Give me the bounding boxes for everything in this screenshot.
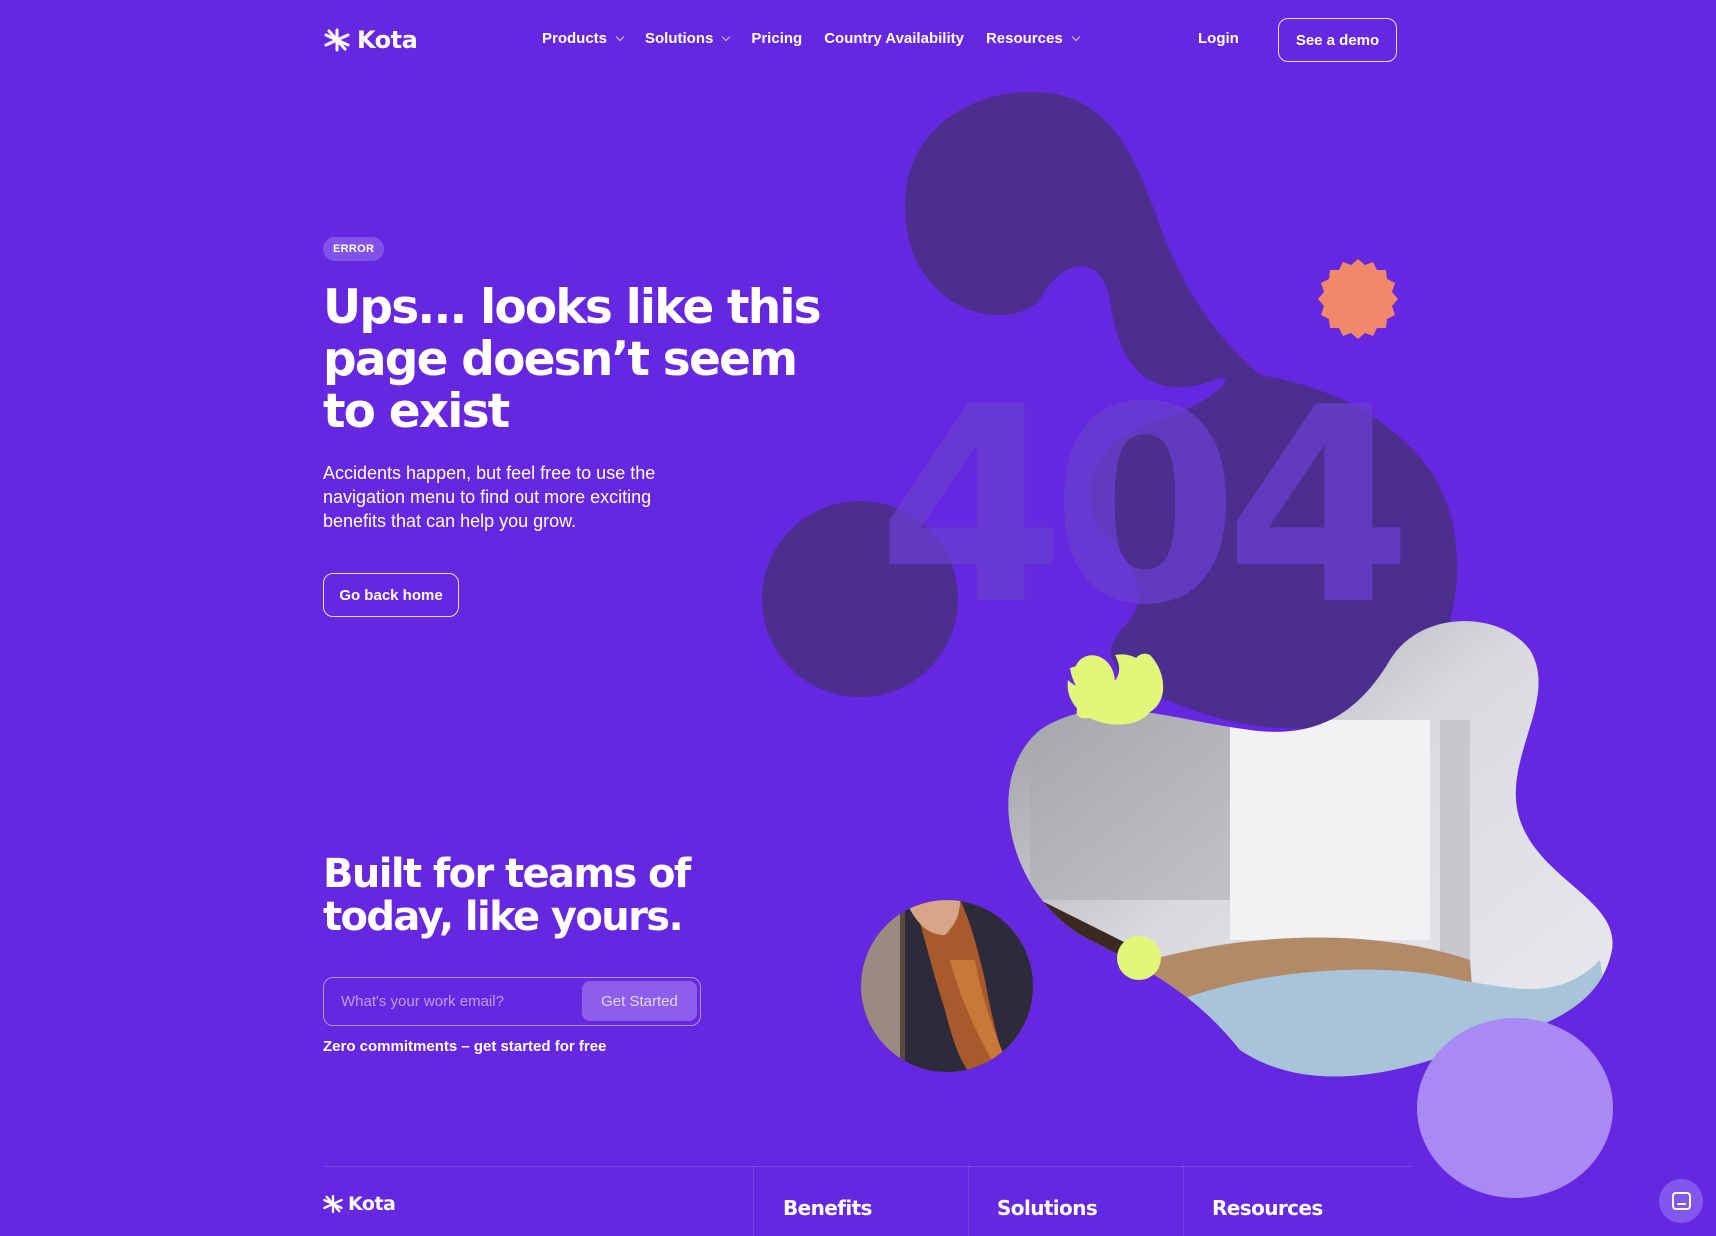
orange-seal-shape	[1318, 259, 1398, 339]
footer-column-divider	[753, 1166, 754, 1236]
nav-item-label: Products	[542, 30, 608, 47]
footer-heading-benefits: Benefits	[783, 1196, 872, 1220]
nav-item-pricing[interactable]: Pricing	[751, 30, 802, 47]
nav-item-label: Pricing	[751, 30, 803, 47]
footer-brand-logo[interactable]: Kota	[322, 1193, 396, 1215]
footer-brand-name: Kota	[348, 1193, 396, 1215]
nav-item-resources[interactable]: Resources	[985, 30, 1080, 47]
nav-item-label: Solutions	[645, 30, 714, 47]
signup-heading: Built for teams of today, like yours.	[323, 851, 691, 940]
hero-illustration: 404	[762, 91, 1613, 1198]
page-title: Ups... looks like this page doesn’t seem…	[323, 280, 822, 439]
nav-item-products[interactable]: Products	[542, 30, 625, 47]
nav-item-solutions[interactable]: Solutions	[645, 30, 731, 47]
login-link[interactable]: Login	[1198, 30, 1239, 47]
lavender-circle-shape	[1417, 1018, 1613, 1198]
chat-bubble-icon	[1671, 1192, 1691, 1210]
nav-item-country-availability[interactable]: Country Availability	[824, 30, 964, 47]
asterisk-burst-icon	[324, 28, 350, 52]
page: 404 Kota Products Solutions Pricing Coun…	[0, 0, 1716, 1236]
signup-form: Get Started	[323, 977, 701, 1026]
see-demo-button[interactable]: See a demo	[1278, 18, 1397, 62]
nav-item-label: Country Availability	[824, 30, 964, 47]
footer-heading-resources: Resources	[1212, 1196, 1323, 1220]
signup-note: Zero commitments – get started for free	[323, 1038, 607, 1055]
brand-logo[interactable]: Kota	[323, 26, 418, 54]
footer-heading-solutions: Solutions	[997, 1196, 1098, 1220]
lime-dot-shape	[1117, 936, 1161, 980]
get-started-button[interactable]: Get Started	[582, 981, 697, 1021]
footer-column-divider	[1183, 1166, 1184, 1236]
go-back-home-button[interactable]: Go back home	[323, 573, 459, 617]
footer-column-divider	[968, 1166, 969, 1236]
portrait-circle-image	[861, 900, 1033, 1072]
brand-name: Kota	[357, 26, 418, 54]
chevron-down-icon	[722, 32, 731, 41]
nav-item-label: Resources	[985, 30, 1063, 47]
main-nav: Products Solutions Pricing Country Avail…	[542, 30, 1080, 47]
chevron-down-icon	[1071, 32, 1080, 41]
footer-divider	[323, 1166, 1413, 1167]
chat-launcher-button[interactable]	[1659, 1179, 1703, 1223]
asterisk-burst-icon	[323, 1194, 343, 1214]
error-badge: ERROR	[323, 237, 385, 261]
chevron-down-icon	[615, 32, 625, 41]
big-404-text: 404	[877, 349, 1402, 664]
page-subtitle: Accidents happen, but feel free to use t…	[323, 463, 656, 531]
